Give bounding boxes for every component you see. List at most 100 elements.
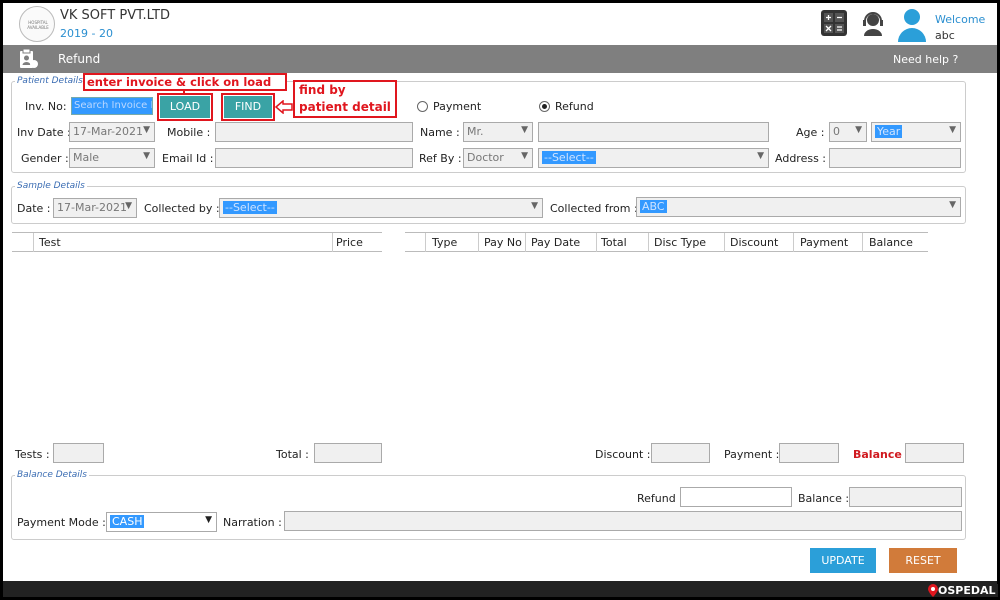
chevron-down-icon: ▼ (205, 515, 212, 525)
support-headset-icon[interactable] (859, 9, 887, 37)
chevron-down-icon: ▼ (531, 201, 538, 211)
column-header-pay-no[interactable]: Pay No (484, 236, 522, 249)
age-label: Age : (796, 126, 825, 139)
chevron-down-icon: ▼ (143, 125, 150, 135)
chevron-down-icon: ▼ (949, 200, 956, 210)
column-header-test[interactable]: Test (39, 236, 61, 249)
narration-label: Narration : (223, 516, 282, 529)
reset-button[interactable]: RESET (889, 548, 957, 573)
arrow-left-icon (274, 99, 293, 115)
payment-radio[interactable] (417, 101, 428, 112)
refby-label: Ref By : (419, 152, 462, 165)
name-input[interactable] (538, 122, 769, 142)
column-header-disc-type[interactable]: Disc Type (654, 236, 706, 249)
patient-details-title: Patient Details (15, 76, 85, 86)
clipboard-user-icon (17, 48, 39, 70)
welcome-text: Welcome (935, 13, 986, 26)
column-header-price[interactable]: Price (336, 236, 363, 249)
address-label: Address : (775, 152, 827, 165)
app-header: HOSPITAL AVAILABLE VK SOFT PVT.LTD 2019 … (3, 3, 997, 45)
inv-no-label: Inv. No: (25, 100, 67, 113)
refund-amount-input[interactable] (680, 487, 792, 507)
column-header-balance[interactable]: Balance (869, 236, 913, 249)
load-hint-callout: enter invoice & click on load (83, 73, 287, 91)
update-button[interactable]: UPDATE (810, 548, 876, 573)
collected-by-label: Collected by : (144, 202, 220, 215)
payment-total-label: Payment : (724, 448, 780, 461)
title-bar: Refund Need help ? (3, 45, 997, 73)
payment-mode-select[interactable]: CASH ▼ (106, 512, 217, 532)
app-window: HOSPITAL AVAILABLE VK SOFT PVT.LTD 2019 … (0, 0, 1000, 600)
collected-from-label: Collected from : (550, 202, 638, 215)
ospedal-logo: OSPEDAL (928, 584, 998, 597)
tests-count-label: Tests : (15, 448, 50, 461)
chevron-down-icon: ▼ (125, 201, 132, 211)
user-avatar-icon[interactable] (896, 6, 928, 42)
user-name: abc (935, 29, 955, 42)
find-button[interactable]: FIND (224, 96, 272, 118)
balance-details-title: Balance Details (15, 470, 89, 480)
discount-field (651, 443, 710, 463)
address-input[interactable] (829, 148, 961, 168)
mobile-input[interactable] (215, 122, 413, 142)
email-input[interactable] (215, 148, 413, 168)
load-hint-connector (183, 89, 185, 95)
balance-label: Balance : (798, 492, 850, 505)
refund-radio-label[interactable]: Refund (555, 100, 594, 113)
collected-from-select[interactable]: ABC ▼ (636, 197, 961, 217)
chevron-down-icon: ▼ (855, 125, 862, 135)
company-logo: HOSPITAL AVAILABLE (19, 6, 55, 42)
column-header-total[interactable]: Total (601, 236, 627, 249)
tests-count-field (53, 443, 104, 463)
status-bar (3, 581, 997, 597)
chevron-down-icon: ▼ (949, 125, 956, 135)
column-header-discount[interactable]: Discount (730, 236, 778, 249)
invoice-search-input[interactable]: Search Invoice No (71, 97, 153, 115)
narration-input[interactable] (284, 511, 962, 531)
column-header-type[interactable]: Type (432, 236, 457, 249)
column-header-pay-date[interactable]: Pay Date (531, 236, 580, 249)
chevron-down-icon: ▼ (521, 151, 528, 161)
need-help-link[interactable]: Need help ? (893, 53, 958, 66)
sample-date-picker[interactable]: 17-Mar-2021 ▼ (53, 198, 137, 218)
discount-label: Discount : (595, 448, 651, 461)
inv-date-label: Inv Date : (17, 126, 71, 139)
payment-mode-label: Payment Mode : (17, 516, 106, 529)
logo-text: HOSPITAL AVAILABLE (27, 20, 49, 30)
gender-label: Gender : (21, 152, 69, 165)
name-title-select[interactable]: Mr. ▼ (463, 122, 533, 142)
collected-by-select[interactable]: --Select-- ▼ (219, 198, 543, 218)
name-label: Name : (420, 126, 460, 139)
gender-select[interactable]: Male ▼ (69, 148, 155, 168)
age-unit-select[interactable]: Year ▼ (871, 122, 961, 142)
age-select[interactable]: 0 ▼ (829, 122, 867, 142)
page-title: Refund (58, 52, 101, 66)
email-label: Email Id : (162, 152, 214, 165)
sample-details-title: Sample Details (15, 181, 87, 191)
payment-total-field (779, 443, 839, 463)
payment-grid-header: Type Pay No Pay Date Total Disc Type Dis… (405, 232, 928, 252)
inv-date-picker[interactable]: 17-Mar-2021 ▼ (69, 122, 155, 142)
balance-total-field (905, 443, 964, 463)
chevron-down-icon: ▼ (521, 125, 528, 135)
payment-radio-label[interactable]: Payment (433, 100, 481, 113)
test-grid-header: Test Price (12, 232, 382, 252)
sample-date-label: Date : (17, 202, 51, 215)
load-button[interactable]: LOAD (160, 96, 210, 118)
calculator-icon[interactable] (821, 10, 847, 36)
refund-radio[interactable] (539, 101, 550, 112)
refby-doctor-select[interactable]: --Select-- ▼ (538, 148, 769, 168)
chevron-down-icon: ▼ (143, 151, 150, 161)
refby-type-select[interactable]: Doctor ▼ (463, 148, 533, 168)
balance-field (849, 487, 962, 507)
balance-total-label: Balance : (853, 448, 911, 461)
chevron-down-icon: ▼ (757, 151, 764, 161)
refund-amount-label: Refund (637, 492, 676, 505)
column-header-payment[interactable]: Payment (800, 236, 848, 249)
total-field (314, 443, 382, 463)
company-name: VK SOFT PVT.LTD (60, 8, 171, 23)
total-label: Total : (276, 448, 309, 461)
mobile-label: Mobile : (167, 126, 211, 139)
financial-year: 2019 - 20 (60, 27, 113, 40)
find-hint-callout: find by patient detail (293, 80, 397, 118)
